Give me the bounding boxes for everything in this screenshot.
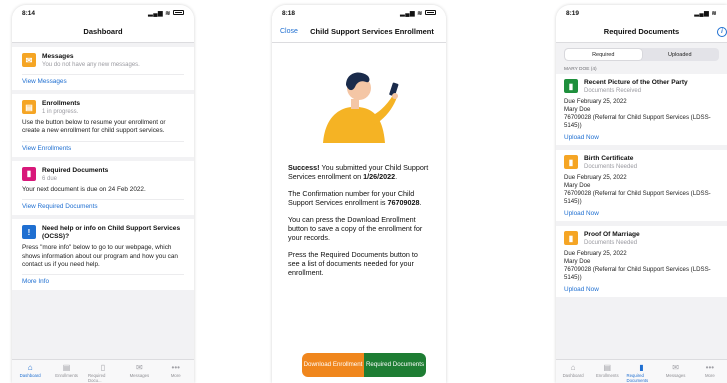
tab-more[interactable]: ••• More: [161, 363, 191, 378]
upload-now-link[interactable]: Upload Now: [564, 208, 719, 217]
card-body: Press "more info" below to go to our web…: [22, 244, 178, 269]
card-title: Enrollments: [42, 100, 81, 107]
confirmation-number: 76709028: [387, 198, 420, 207]
view-messages-link[interactable]: View Messages: [22, 74, 184, 85]
document-title: Recent Picture of the Other Party: [584, 79, 688, 86]
tab-bar: ⌂ Dashboard ▤ Enrollments ▮ Required Docume…: [556, 359, 727, 383]
status-time: 8:14: [22, 9, 36, 17]
tab-required-documents[interactable]: ▯ Required Docu...: [88, 363, 118, 383]
status-bar: 8:18 ▂▄▆ ≋: [272, 5, 446, 21]
tab-dashboard[interactable]: ⌂ Dashboard: [15, 363, 45, 378]
tab-bar: ⌂ Dashboard ▤ Enrollments ▯ Required Docu..…: [12, 359, 194, 383]
card-subtitle: 1 in progress.: [42, 109, 79, 115]
card-body: Use the button below to resume your enro…: [22, 119, 166, 135]
document-icon: ▯: [100, 363, 106, 372]
tab-messages[interactable]: ✉ Messages: [124, 363, 154, 378]
enrollment-success-screen: 8:18 ▂▄▆ ≋ Close Child Support Services …: [272, 5, 446, 383]
document-icon: ▮: [22, 166, 36, 181]
person-with-phone-illustration: [323, 72, 399, 143]
close-button[interactable]: Close: [280, 28, 298, 35]
home-icon: ⌂: [570, 363, 576, 372]
download-enrollment-button[interactable]: Download Enrollment: [302, 353, 364, 377]
envelope-icon: ✉: [136, 363, 143, 372]
document-icon: ▮: [639, 363, 644, 372]
status-bar: 8:19 ▂▄▆ ≋: [556, 5, 727, 21]
more-icon: •••: [171, 363, 180, 372]
home-icon: ⌂: [27, 363, 33, 372]
document-item: ▮ Birth Certificate Documents Needed Due…: [556, 150, 727, 221]
card-body: Your next document is due on 24 Feb 2022…: [22, 185, 146, 193]
success-message: Success! You submitted your Child Suppor…: [288, 163, 429, 277]
more-icon: •••: [705, 363, 715, 372]
document-item: ▮ Recent Picture of the Other Party Docu…: [556, 74, 727, 145]
page-title: Required Documents: [603, 27, 680, 36]
info-icon[interactable]: i: [717, 27, 727, 37]
document-details: Due February 25, 2022 Mary Doe 76709028 …: [564, 250, 711, 281]
view-enrollments-link[interactable]: View Enrollments: [22, 140, 184, 152]
document-status: Documents Received: [584, 88, 642, 94]
status-time: 8:19: [566, 9, 580, 17]
help-card: ! Need help or info on Child Support Ser…: [12, 219, 194, 291]
action-buttons: Download Enrollment Required Documents: [302, 353, 426, 377]
tab-enrollments[interactable]: ▤ Enrollments: [592, 363, 622, 378]
folder-icon: ▤: [22, 100, 36, 114]
card-subtitle: 6 due: [42, 175, 58, 182]
required-documents-button[interactable]: Required Documents: [364, 353, 426, 377]
segment-required[interactable]: Required: [565, 49, 642, 60]
required-documents-screen: 8:19 ▂▄▆ ≋ Required Documents i Required…: [556, 5, 727, 383]
status-bar: 8:14 ▂▄▆ ≋: [12, 5, 194, 21]
card-title: Need help or info on Child Support Servi…: [42, 225, 181, 241]
status-time: 8:18: [282, 9, 296, 17]
nav-bar: Dashboard: [12, 21, 194, 43]
signal-wifi-icon: ▂▄▆ ≋: [694, 10, 717, 17]
nav-bar: Close Child Support Services Enrollment: [272, 21, 446, 43]
tab-more[interactable]: ••• More: [695, 363, 725, 378]
tab-dashboard[interactable]: ⌂ Dashboard: [558, 363, 588, 378]
signal-wifi-battery-icon: ▂▄▆ ≋: [148, 10, 184, 17]
folder-icon: ▤: [603, 363, 612, 372]
tab-messages[interactable]: ✉ Messages: [661, 363, 691, 378]
tab-required-documents[interactable]: ▮ Required Documents: [626, 363, 656, 383]
document-status: Documents Needed: [584, 164, 638, 170]
upload-now-link[interactable]: Upload Now: [564, 132, 719, 141]
document-details: Due February 25, 2022 Mary Doe 76709028 …: [564, 174, 711, 205]
folder-icon: ▤: [62, 363, 71, 372]
envelope-icon: ✉: [672, 363, 679, 372]
tab-enrollments[interactable]: ▤ Enrollments: [52, 363, 82, 378]
messages-card: ✉ Messages You do not have any new messa…: [12, 47, 194, 90]
segment-uploaded[interactable]: Uploaded: [642, 49, 719, 60]
document-details: Due February 25, 2022 Mary Doe 76709028 …: [564, 98, 711, 129]
page-title: Child Support Services Enrollment: [310, 27, 434, 36]
page-title: Dashboard: [83, 27, 123, 36]
upload-now-link[interactable]: Upload Now: [564, 284, 719, 293]
dashboard-screen: 8:14 ▂▄▆ ≋ Dashboard ✉ Messages You do n…: [12, 5, 194, 383]
document-needed-icon: ▮: [564, 231, 578, 245]
document-title: Proof Of Marriage: [584, 231, 640, 238]
card-title: Messages: [42, 53, 74, 60]
card-title: Required Documents: [42, 166, 109, 174]
required-documents-card: ▮ Required Documents 6 due Your next doc…: [12, 160, 194, 216]
nav-bar: Required Documents i: [556, 21, 727, 43]
document-title: Birth Certificate: [584, 155, 634, 162]
section-header: MARY DOE (4): [564, 67, 597, 72]
card-subtitle: You do not have any new messages.: [42, 62, 140, 68]
document-needed-icon: ▮: [564, 155, 578, 169]
enrollments-card: ▤ Enrollments 1 in progress. Use the but…: [12, 94, 194, 157]
info-icon: !: [22, 225, 36, 240]
view-required-documents-link[interactable]: View Required Documents: [22, 199, 184, 210]
signal-wifi-battery-icon: ▂▄▆ ≋: [400, 10, 436, 17]
document-item: ▮ Proof Of Marriage Documents Needed Due…: [556, 226, 727, 297]
more-info-link[interactable]: More Info: [22, 274, 184, 285]
document-received-icon: ▮: [564, 79, 578, 93]
segmented-control: Required Uploaded: [564, 48, 719, 61]
envelope-icon: ✉: [22, 53, 36, 67]
document-status: Documents Needed: [584, 240, 638, 246]
